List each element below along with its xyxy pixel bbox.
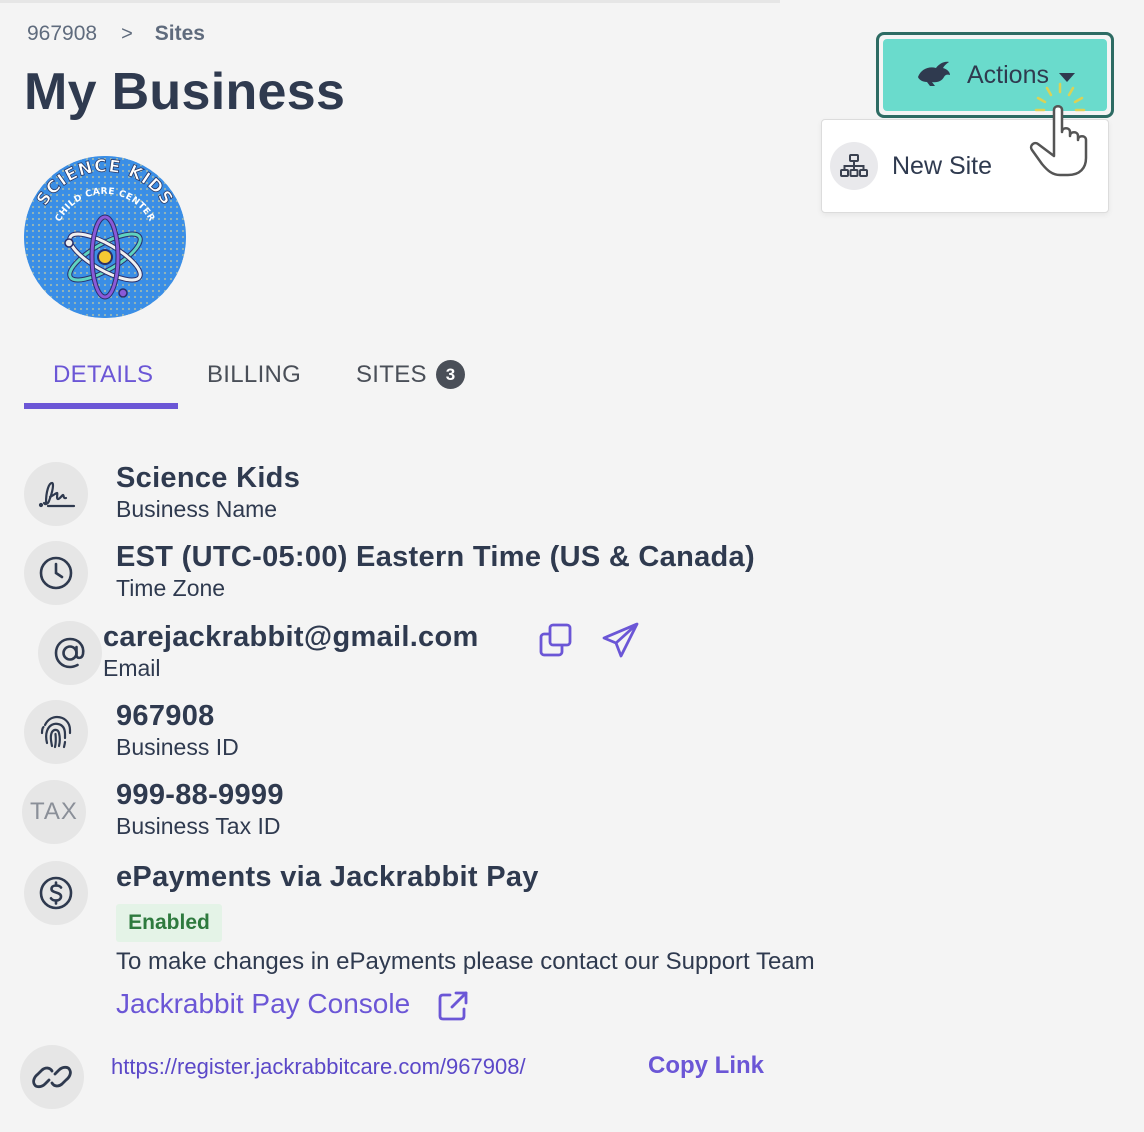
registration-url: https://register.jackrabbitcare.com/9679… <box>111 1054 526 1079</box>
tab-bar: DETAILS BILLING SITES 3 <box>24 355 484 411</box>
breadcrumb-parent-link[interactable]: 967908 <box>27 22 97 46</box>
status-badge: Enabled <box>116 904 222 942</box>
dollar-icon <box>24 861 88 925</box>
tax-id-label: Business Tax ID <box>116 813 281 839</box>
business-name-value: Science Kids <box>116 462 301 494</box>
tab-details[interactable]: DETAILS <box>53 361 153 389</box>
fingerprint-icon <box>24 700 88 764</box>
business-id-value: 967908 <box>116 700 215 732</box>
tab-billing[interactable]: BILLING <box>207 361 301 389</box>
sitemap-icon <box>830 142 878 190</box>
business-name-label: Business Name <box>116 496 278 522</box>
active-tab-indicator <box>24 403 178 409</box>
jackrabbit-pay-console-link[interactable]: Jackrabbit Pay Console <box>116 988 410 1020</box>
clock-icon <box>24 541 88 605</box>
tax-icon: TAX <box>22 780 86 844</box>
business-id-label: Business ID <box>116 734 239 760</box>
time-zone-value: EST (UTC-05:00) Eastern Time (US & Canad… <box>116 541 755 573</box>
menu-item-label: New Site <box>892 151 993 180</box>
signature-icon <box>24 462 88 526</box>
epayments-title: ePayments via Jackrabbit Pay <box>116 861 539 893</box>
breadcrumb-separator: > <box>121 22 133 45</box>
tax-icon-text: TAX <box>30 798 78 825</box>
at-icon <box>38 621 102 685</box>
email-label: Email <box>103 655 161 681</box>
breadcrumb: 967908 > Sites <box>27 22 205 46</box>
copy-link-button[interactable]: Copy Link <box>648 1052 764 1080</box>
breadcrumb-current: Sites <box>154 22 205 45</box>
tax-id-value: 999-88-9999 <box>116 779 284 811</box>
email-value: carejackrabbit@gmail.com <box>103 621 479 653</box>
pointer-hand-icon <box>1020 80 1106 185</box>
send-icon[interactable] <box>601 621 641 664</box>
link-icon <box>20 1045 84 1109</box>
tab-sites[interactable]: SITES <box>356 361 427 389</box>
menu-item-new-site[interactable]: New Site <box>830 142 992 190</box>
epayments-note: To make changes in ePayments please cont… <box>116 948 815 975</box>
sites-count-badge: 3 <box>436 360 465 389</box>
external-link-icon[interactable] <box>436 989 470 1028</box>
time-zone-label: Time Zone <box>116 575 226 601</box>
rabbit-icon <box>915 59 953 92</box>
top-border <box>0 0 780 3</box>
page-title: My Business <box>24 63 346 121</box>
business-logo: SCIENCE KIDS CHILD CARE CENTER <box>24 156 186 318</box>
copy-icon[interactable] <box>537 621 575 664</box>
